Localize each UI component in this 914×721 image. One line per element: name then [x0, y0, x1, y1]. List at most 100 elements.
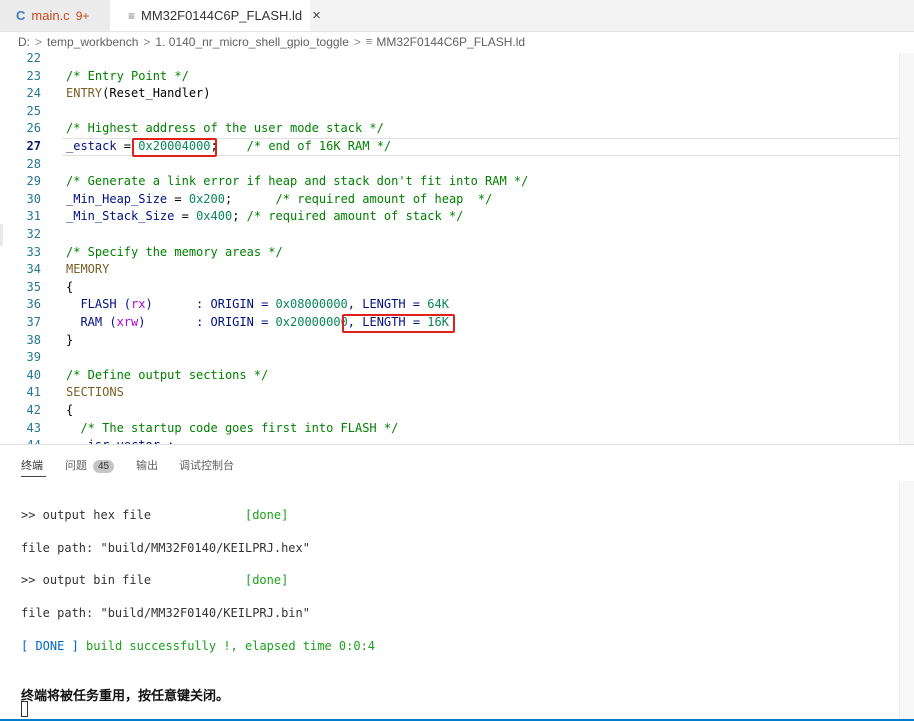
line-number: 32 — [26, 227, 41, 241]
code-token: /* required amount of stack */ — [246, 209, 464, 224]
tab-debug-console[interactable]: 调试控制台 — [179, 457, 234, 473]
chevron-right-icon: > — [143, 35, 151, 49]
code-token: { — [66, 279, 74, 294]
code-line[interactable]: 26 /* Highest address of the user mode st… — [0, 120, 914, 138]
code-line[interactable]: 24 ENTRY(Reset_Handler) — [0, 85, 914, 103]
line-number: 43 — [26, 420, 41, 435]
code-text: /* Highest address of the user mode stac… — [66, 120, 384, 138]
line-number: 38 — [26, 332, 41, 347]
code-text: /* Define output sections */ — [66, 367, 268, 385]
code-line[interactable]: 30 _Min_Heap_Size = 0x200; /* required am… — [0, 191, 914, 209]
line-number: 35 — [26, 279, 41, 294]
code-text: { — [66, 402, 73, 420]
code-line[interactable]: 40 /* Define output sections */ — [0, 367, 914, 385]
code-line[interactable]: 36 FLASH (rx) : ORIGIN = 0x08000000, LEN… — [0, 296, 914, 314]
code-text: { — [66, 279, 73, 297]
terminal-scrollbar[interactable] — [899, 481, 914, 721]
code-text: _estack = 0x20004000; /* end of 16K RAM … — [66, 138, 391, 156]
c-file-icon: C — [16, 8, 26, 23]
code-line[interactable]: 37 RAM (xrw) : ORIGIN = 0x20000000, LENG… — [0, 314, 914, 332]
code-line[interactable]: 29 /* Generate a link error if heap and s… — [0, 173, 914, 191]
terminal-line: file path: "build/MM32F0140/KEILPRJ.hex" — [21, 541, 310, 555]
terminal-line: file path: "build/MM32F0140/KEILPRJ.bin" — [21, 606, 310, 620]
tab-output[interactable]: 输出 — [136, 457, 158, 473]
code-text: /* Entry Point */ — [66, 68, 189, 86]
code-text: SECTIONS — [66, 384, 124, 402]
code-line[interactable]: 22 — [0, 53, 914, 68]
code-line[interactable]: 25 — [0, 103, 914, 121]
code-text: MEMORY — [66, 261, 109, 279]
terminal-line: >> output bin file [done] — [21, 573, 289, 587]
code-token: /* end of 16K RAM */ — [217, 139, 392, 153]
line-number: 40 — [26, 367, 41, 382]
code-token: SECTIONS — [66, 385, 124, 400]
editor-scrollbar[interactable] — [899, 53, 914, 444]
line-number: 30 — [26, 191, 41, 206]
code-token: xrw — [116, 315, 139, 329]
code-text: /* Generate a link error if heap and sta… — [66, 173, 528, 191]
close-icon[interactable]: × — [312, 7, 321, 24]
bottom-panel: 终端 问题 45 输出 调试控制台 >> output hex file [don… — [0, 444, 914, 721]
line-number: 39 — [26, 350, 41, 365]
code-line[interactable]: 44 .isr_vector : — [0, 437, 914, 444]
tab-label: MM32F0144C6P_FLASH.ld — [141, 8, 303, 23]
code-line[interactable]: 31 _Min_Stack_Size = 0x400; /* required a… — [0, 208, 914, 226]
code-token: _estack — [66, 139, 117, 153]
line-number: 28 — [26, 156, 41, 171]
code-line[interactable]: 39 — [0, 349, 914, 367]
code-line[interactable]: 23 /* Entry Point */ — [0, 68, 914, 86]
breadcrumb-item-drive[interactable]: D: — [18, 35, 30, 49]
breadcrumb-item-project[interactable]: 1. 0140_nr_micro_shell_gpio_toggle — [155, 35, 348, 49]
code-token: ) : ORIGIN = — [145, 297, 276, 312]
breadcrumb-item-file[interactable]: MM32F0144C6P_FLASH.ld — [376, 35, 525, 49]
code-token: ; — [232, 209, 247, 224]
tab-flash-ld[interactable]: ≡ MM32F0144C6P_FLASH.ld × — [110, 0, 321, 31]
tab-problems-label: 问题 — [65, 460, 87, 472]
line-number: 33 — [26, 244, 41, 259]
tab-problems[interactable]: 问题 45 — [65, 457, 115, 473]
code-token: } — [66, 332, 74, 347]
code-line[interactable]: 28 — [0, 156, 914, 174]
code-token: 64K — [427, 297, 449, 312]
line-number: 37 — [26, 315, 41, 329]
breadcrumb-item-folder[interactable]: temp_workbench — [47, 35, 138, 49]
code-token: /* Generate a link error if heap and sta… — [66, 174, 529, 189]
code-text: _Min_Stack_Size = 0x400; /* required amo… — [66, 208, 463, 226]
code-editor[interactable]: 22 23 /* Entry Point */ 24 ENTRY(Reset_Handl… — [0, 53, 914, 444]
line-number: 31 — [26, 209, 41, 224]
code-line[interactable]: 38} — [0, 332, 914, 350]
terminal-cursor[interactable] — [21, 701, 28, 717]
code-line[interactable]: 41 SECTIONS — [0, 384, 914, 402]
text-file-icon: ≡ — [128, 8, 136, 23]
code-token: _Min_Heap_Size — [66, 191, 168, 206]
code-text: FLASH (rx) : ORIGIN = 0x08000000, LENGTH… — [66, 296, 449, 314]
editor-tab-bar: C main.c 9+ ≡ MM32F0144C6P_FLASH.ld × — [0, 0, 914, 32]
code-token: , LENGTH = — [347, 297, 428, 312]
active-tab-indicator — [21, 476, 46, 477]
text-file-icon: ≡ — [365, 36, 373, 48]
breadcrumb: D: > temp_workbench > 1. 0140_nr_micro_s… — [0, 31, 914, 53]
terminal-line: >> output hex file [done] — [21, 508, 289, 522]
code-line[interactable]: 33 /* Specify the memory areas */ — [0, 244, 914, 262]
highlight-box-ram-length — [341, 314, 455, 333]
code-line[interactable]: 34 MEMORY — [0, 261, 914, 279]
code-token: MEMORY — [66, 262, 110, 277]
code-line[interactable]: 32 — [0, 226, 914, 244]
line-number: 41 — [26, 385, 41, 400]
code-line[interactable]: 42 { — [0, 402, 914, 420]
code-text: _Min_Heap_Size = 0x200; /* required amou… — [66, 191, 492, 209]
code-token: rx — [131, 297, 146, 312]
tab-terminal[interactable]: 终端 — [21, 457, 43, 473]
code-line[interactable]: 35 { — [0, 279, 914, 297]
code-token: (Reset_Handler) — [102, 86, 211, 101]
code-token: = — [174, 209, 197, 224]
code-text: /* Specify the memory areas */ — [66, 244, 283, 262]
code-line[interactable]: 43 /* The startup code goes first into F… — [0, 420, 914, 438]
tab-main-c[interactable]: C main.c 9+ — [0, 0, 110, 31]
problem-count-badge: 9+ — [75, 8, 90, 23]
line-number: 29 — [26, 174, 41, 189]
terminal-build-status: [ DONE ] build successfully !, elapsed t… — [21, 639, 376, 653]
code-text: .isr_vector : — [66, 437, 174, 444]
line-number: 25 — [26, 103, 41, 118]
tab-label: main.c — [31, 8, 70, 23]
